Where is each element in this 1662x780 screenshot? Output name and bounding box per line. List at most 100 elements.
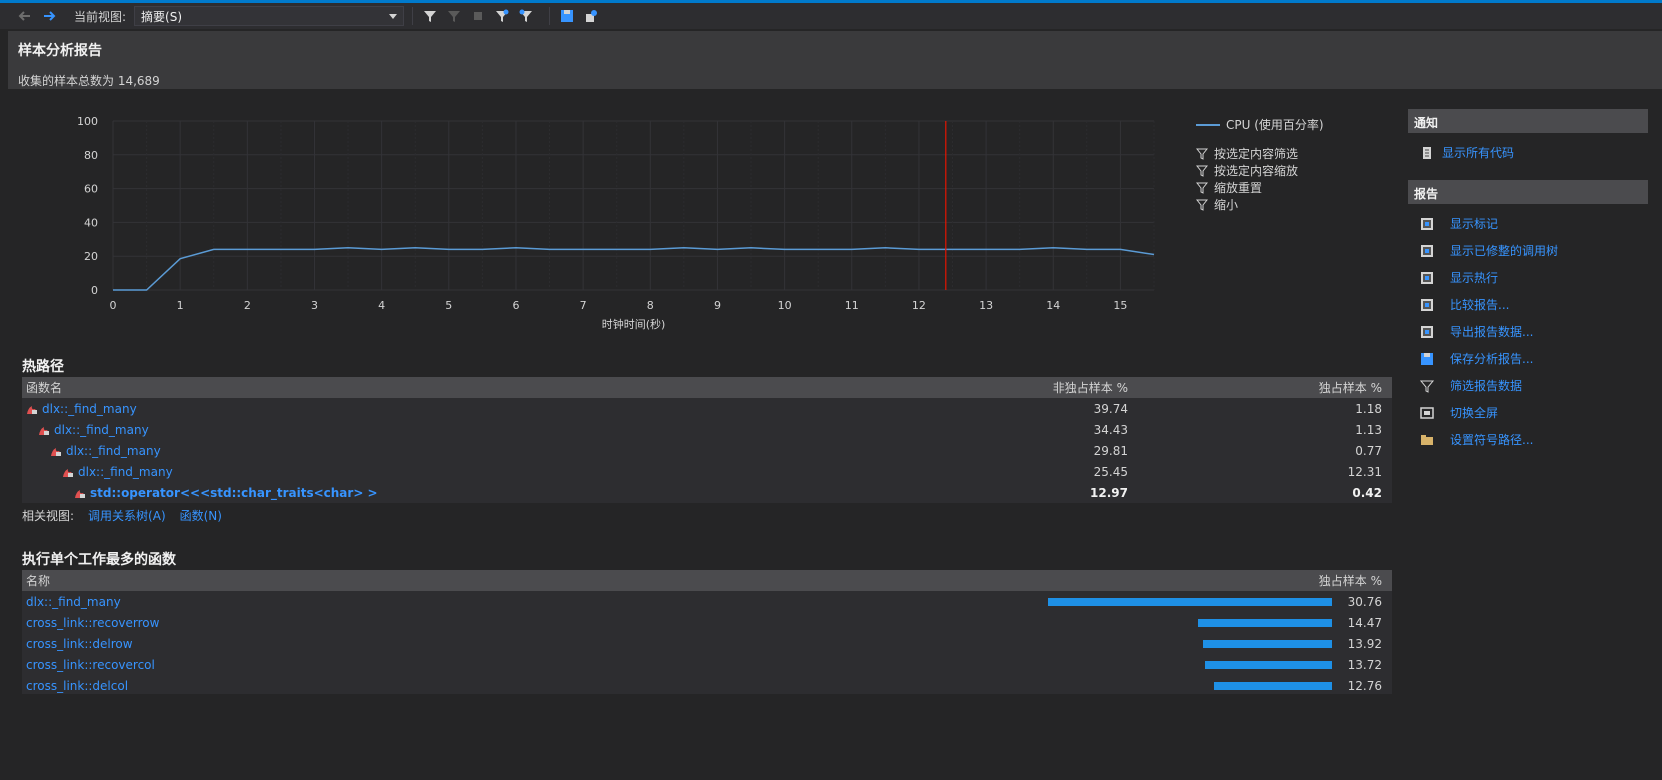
export-icon[interactable] — [582, 7, 600, 25]
inclusive-cell: 39.74 — [1093, 401, 1128, 416]
report-header: 样本分析报告 收集的样本总数为 14,689 — [8, 31, 1662, 89]
report-action-5[interactable]: 保存分析报告... — [1408, 345, 1648, 372]
current-view-value: 摘要(S) — [141, 9, 183, 24]
report-action-4[interactable]: 导出报告数据... — [1408, 318, 1648, 345]
link-label: 切换全屏 — [1450, 406, 1499, 420]
sample-bar — [1214, 682, 1332, 690]
functions-link[interactable]: 函数(N) — [180, 507, 222, 524]
filter-icon[interactable] — [421, 7, 439, 25]
function-name[interactable]: dlx::_find_many — [22, 595, 1192, 609]
x-tick-label: 3 — [311, 299, 318, 312]
hot-path-table: 函数名 非独占样本 % 独占样本 % dlx::_find_many 39.741… — [22, 377, 1392, 503]
table-row[interactable]: std::operator<<<std::char_traits<char> >… — [22, 482, 1392, 503]
table-row[interactable]: dlx::_find_many 34.43 1.13 — [22, 419, 1392, 440]
x-tick-label: 0 — [110, 299, 117, 312]
sample-bar — [1048, 598, 1332, 606]
function-name[interactable]: cross_link::recoverrow — [22, 616, 1192, 630]
table-row[interactable]: dlx::_find_many 39.74 1.18 — [22, 398, 1392, 419]
x-tick-label: 4 — [378, 299, 385, 312]
filter-clear-icon[interactable] — [445, 7, 463, 25]
exclusive-cell: 0.42 — [1352, 485, 1382, 500]
report-action-8[interactable]: 设置符号路径... — [1408, 426, 1648, 453]
function-name[interactable]: cross_link::recovercol — [22, 658, 1192, 672]
function-name[interactable]: cross_link::delcol — [22, 679, 1192, 693]
marker-icon — [1420, 217, 1442, 231]
legend-swatch — [1196, 123, 1220, 126]
x-tick-label: 10 — [778, 299, 792, 312]
table-row[interactable]: dlx::_find_many 29.81 0.77 — [22, 440, 1392, 461]
report-action-6[interactable]: 筛选报告数据 — [1408, 372, 1648, 399]
toolbar: 当前视图: 摘要(S) — [0, 3, 1662, 29]
table-row[interactable]: cross_link::delcol 12.76 — [22, 675, 1392, 696]
chart-grid — [112, 120, 1155, 291]
column-exclusive[interactable]: 独占样本 % — [1192, 572, 1382, 589]
zoom-by-selection[interactable]: 按选定内容缩放 — [1196, 162, 1324, 179]
column-exclusive[interactable]: 独占样本 % — [1128, 379, 1382, 396]
fullscreen-icon — [1420, 406, 1442, 420]
y-tick-label: 0 — [91, 284, 98, 297]
function-name[interactable]: dlx::_find_many — [66, 444, 161, 458]
filter-edit-icon[interactable] — [517, 7, 535, 25]
table-row[interactable]: dlx::_find_many 25.45 12.31 — [22, 461, 1392, 482]
related-views-label: 相关视图: — [22, 509, 75, 523]
current-view-label: 当前视图: — [74, 9, 127, 24]
legend-item: CPU (使用百分率) — [1196, 116, 1324, 133]
x-tick-label: 8 — [647, 299, 654, 312]
exclusive-cell: 1.13 — [1355, 422, 1382, 437]
table-row[interactable]: cross_link::recoverrow 14.47 — [22, 612, 1392, 633]
function-name[interactable]: dlx::_find_many — [78, 465, 173, 479]
report-action-0[interactable]: 显示标记 — [1408, 210, 1648, 237]
function-name[interactable]: dlx::_find_many — [42, 402, 137, 416]
filter-add-icon[interactable] — [493, 7, 511, 25]
function-cell: dlx::_find_many — [22, 444, 922, 458]
chart-legend: CPU (使用百分率) 按选定内容筛选 按选定内容缩放 缩放重置 缩小 — [1196, 116, 1324, 213]
x-axis-label: 时钟时间(秒) — [602, 317, 666, 331]
save-icon[interactable] — [558, 7, 576, 25]
inclusive-cell: 12.97 — [1090, 485, 1128, 500]
call-tree-link[interactable]: 调用关系树(A) — [88, 507, 166, 524]
function-name[interactable]: std::operator<<<std::char_traits<char> > — [90, 486, 378, 500]
show-all-code-link[interactable]: 显示所有代码 — [1408, 139, 1648, 166]
filter-by-selection[interactable]: 按选定内容筛选 — [1196, 145, 1324, 162]
page-title: 样本分析报告 — [18, 43, 102, 59]
x-tick-label: 1 — [177, 299, 184, 312]
x-tick-label: 2 — [244, 299, 251, 312]
x-tick-label: 7 — [580, 299, 587, 312]
current-view-select[interactable]: 摘要(S) — [134, 6, 405, 26]
cpu-chart[interactable]: 020406080100 0 1 2 3 4 5 6 7 8 9 10 11 12 13 14 15 时钟时间… — [8, 89, 1208, 344]
filter-icon — [1196, 182, 1208, 194]
link-label: 显示标记 — [1450, 217, 1499, 231]
table-row[interactable]: cross_link::recovercol 13.72 — [22, 654, 1392, 675]
function-name[interactable]: dlx::_find_many — [54, 423, 149, 437]
report-action-3[interactable]: 比较报告... — [1408, 291, 1648, 318]
column-name[interactable]: 名称 — [22, 572, 1192, 589]
column-inclusive[interactable]: 非独占样本 % — [922, 379, 1128, 396]
y-tick-label: 80 — [84, 149, 98, 162]
function-name[interactable]: cross_link::delrow — [22, 637, 1192, 651]
column-function[interactable]: 函数名 — [22, 379, 922, 396]
top-functions-table: 名称 独占样本 % dlx::_find_many 30.76 cross_link… — [22, 570, 1392, 694]
stop-icon[interactable] — [469, 7, 487, 25]
forward-arrow-icon[interactable] — [40, 7, 58, 25]
table-row[interactable]: dlx::_find_many 30.76 — [22, 591, 1392, 612]
zoom-out[interactable]: 缩小 — [1196, 196, 1324, 213]
sample-bar — [1203, 640, 1332, 648]
plot-area — [113, 121, 1154, 290]
link-label: 筛选报告数据 — [1450, 379, 1523, 393]
report-action-2[interactable]: 显示热行 — [1408, 264, 1648, 291]
report-action-1[interactable]: 显示已修整的调用树 — [1408, 237, 1648, 264]
back-arrow-icon[interactable] — [16, 7, 34, 25]
table-header: 名称 独占样本 % — [22, 570, 1392, 591]
report-action-7[interactable]: 切换全屏 — [1408, 399, 1648, 426]
sample-bar — [1205, 661, 1332, 669]
link-label: 设置符号路径... — [1450, 433, 1534, 447]
sample-bar — [1198, 619, 1332, 627]
zoom-reset[interactable]: 缩放重置 — [1196, 179, 1324, 196]
link-label: 显示热行 — [1450, 271, 1499, 285]
hot-path-flame-icon — [74, 488, 86, 498]
link-label: 导出报告数据... — [1450, 325, 1534, 339]
function-cell: dlx::_find_many — [22, 402, 922, 416]
hot-path-flame-icon — [50, 446, 62, 456]
exclusive-cell: 12.31 — [1347, 464, 1382, 479]
table-row[interactable]: cross_link::delrow 13.92 — [22, 633, 1392, 654]
